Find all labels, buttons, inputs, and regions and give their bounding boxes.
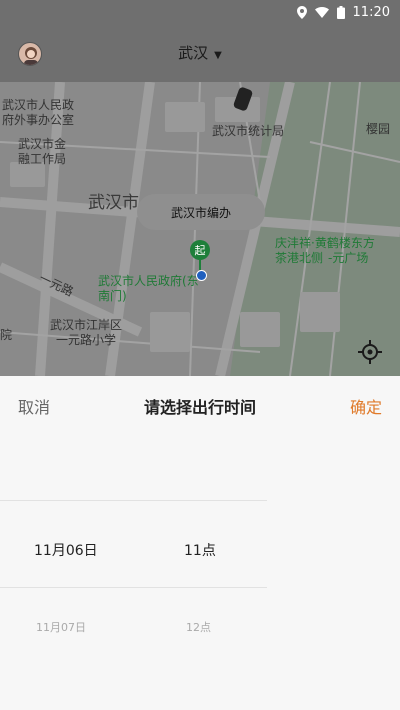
- picker-date-option[interactable]: 11月07日: [36, 619, 86, 635]
- sheet-title: 请选择出行时间: [143, 398, 256, 417]
- picker-hour-selected[interactable]: 11点: [184, 540, 216, 560]
- map-label: 武汉市江岸区: [50, 318, 123, 332]
- map-label: 武汉市: [88, 193, 139, 213]
- status-time: 11:20: [352, 4, 390, 20]
- map-label: 武汉市金: [18, 137, 67, 151]
- pin-stem: [199, 260, 201, 270]
- caret-down-icon: ▼: [214, 50, 222, 61]
- map-label: 府外事办公室: [2, 113, 75, 127]
- status-bar: 11:20: [0, 0, 400, 24]
- sheet-header: 取消 请选择出行时间 确定: [0, 376, 400, 434]
- picker-date-selected[interactable]: 11月06日: [34, 540, 98, 560]
- map-label: 融工作局: [18, 152, 67, 166]
- map-label: 武汉市统计局: [212, 124, 285, 138]
- time-picker[interactable]: 11月06日 11点 11月07日 12点: [0, 434, 400, 710]
- city-selector[interactable]: 武汉 ▼: [0, 42, 400, 63]
- map-label: 院: [0, 328, 13, 342]
- map-label: -元广场: [328, 251, 369, 265]
- location-bubble[interactable]: 武汉市编办: [137, 194, 265, 230]
- location-icon: [296, 5, 307, 19]
- city-name: 武汉: [178, 44, 209, 62]
- locate-me-button[interactable]: [358, 340, 384, 366]
- battery-icon: [336, 5, 345, 19]
- map-label: 庆沣祥·黄鹤楼东方: [275, 236, 375, 250]
- map-label: 一元路小学: [56, 333, 117, 347]
- picker-divider: [0, 500, 267, 501]
- start-pin-icon[interactable]: 起: [190, 240, 210, 260]
- picker-divider: [0, 587, 267, 588]
- current-location-dot: [196, 270, 207, 281]
- map-label: 茶港北侧: [275, 251, 324, 265]
- map-label: 南门): [98, 289, 127, 303]
- crosshair-icon: [358, 340, 382, 364]
- map-label: 武汉市人民政: [2, 98, 75, 112]
- confirm-button[interactable]: 确定: [350, 394, 382, 418]
- app-header: 武汉 ▼: [0, 24, 400, 82]
- picker-hour-option[interactable]: 12点: [186, 619, 211, 635]
- wifi-icon: [314, 6, 329, 18]
- map-label: 武汉市人民政府(东: [98, 274, 199, 288]
- time-picker-sheet: 取消 请选择出行时间 确定 11月06日 11点 11月07日 12点: [0, 376, 400, 710]
- map-label: 樱园: [366, 122, 391, 136]
- map-view[interactable]: 武汉市人民政 府外事办公室 武汉市金 融工作局 武汉市统计局 樱园 武汉市 庆沣…: [0, 82, 400, 376]
